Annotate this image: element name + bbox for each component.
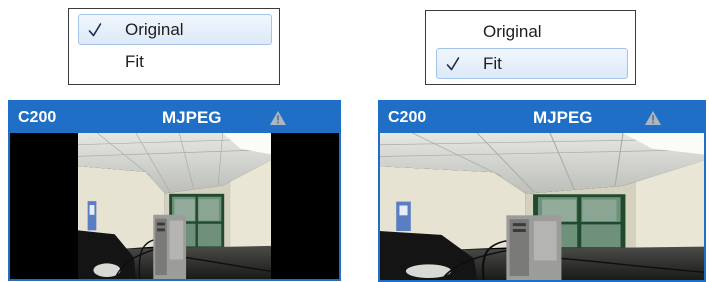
desk-object bbox=[405, 264, 452, 279]
menu-item-original[interactable]: Original bbox=[78, 14, 272, 45]
video-view[interactable] bbox=[380, 133, 704, 280]
camera-name: C200 bbox=[388, 109, 427, 126]
menu-item-label: Original bbox=[483, 22, 542, 41]
computer-tower bbox=[506, 215, 562, 280]
computer-tower bbox=[153, 214, 187, 279]
warning-triangle-icon bbox=[270, 111, 286, 125]
camera-view-panel: C200 MJPEG bbox=[8, 100, 341, 281]
camera-frame-image bbox=[380, 133, 704, 280]
menu-item-fit[interactable]: Fit bbox=[436, 48, 628, 79]
menu-item-label: Fit bbox=[125, 52, 144, 71]
checkmark-icon bbox=[446, 57, 460, 71]
checkmark-icon bbox=[88, 23, 102, 37]
stream-codec: MJPEG bbox=[162, 108, 222, 127]
stream-codec: MJPEG bbox=[533, 108, 593, 127]
menu-item-fit[interactable]: Fit bbox=[78, 46, 272, 77]
camera-frame-image bbox=[78, 133, 271, 279]
camera-view-panel: C200 MJPEG bbox=[378, 100, 706, 282]
scale-mode-menu: Original Fit bbox=[68, 8, 280, 85]
menu-item-label: Original bbox=[125, 20, 184, 39]
desk-object bbox=[93, 263, 121, 278]
wall-poster bbox=[396, 201, 411, 231]
video-view[interactable] bbox=[10, 133, 339, 279]
warning-triangle-icon bbox=[645, 111, 661, 125]
scale-mode-menu: Original Fit bbox=[425, 10, 636, 85]
camera-header-bar: C200 MJPEG bbox=[380, 102, 704, 133]
camera-name: C200 bbox=[18, 109, 57, 126]
menu-item-label: Fit bbox=[483, 54, 502, 73]
menu-item-original[interactable]: Original bbox=[436, 16, 628, 47]
wall-poster bbox=[87, 201, 97, 231]
camera-header-bar: C200 MJPEG bbox=[10, 102, 339, 133]
